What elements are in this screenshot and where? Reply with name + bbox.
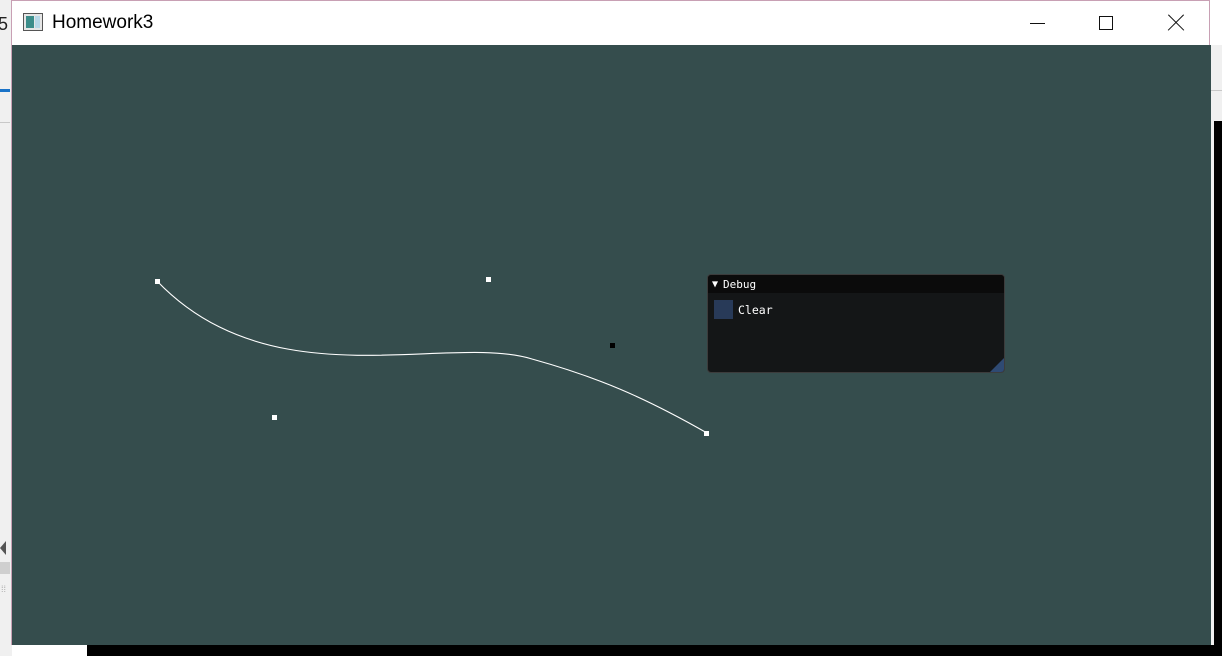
background-left-text-fragment: 5 [0,14,9,34]
close-button[interactable] [1141,1,1211,45]
background-scroll-left-arrow-icon[interactable] [0,541,6,555]
debug-panel[interactable]: ▼ Debug Clear [707,274,1005,373]
bezier-canvas[interactable] [12,45,1211,645]
control-point-selected[interactable] [610,343,615,348]
bezier-curve [156,280,708,434]
background-scrollbar[interactable] [0,562,10,574]
resize-grip-icon[interactable] [990,358,1004,372]
control-point-start[interactable] [155,279,160,284]
debug-panel-titlebar[interactable]: ▼ Debug [708,275,1004,293]
clear-checkbox-row[interactable]: Clear [714,300,773,319]
minimize-icon [1029,22,1045,24]
control-point-2[interactable] [486,277,491,282]
close-icon [1168,15,1184,31]
clear-checkbox-label: Clear [738,302,773,317]
background-divider-right [1210,90,1222,91]
collapse-arrow-icon[interactable]: ▼ [712,279,718,290]
minimize-button[interactable] [1002,1,1072,45]
control-point-end[interactable] [704,431,709,436]
maximize-button[interactable] [1071,1,1141,45]
render-canvas[interactable]: ▼ Debug Clear [12,45,1211,645]
app-icon[interactable] [23,13,43,31]
background-grip-icon: ⁞⁞ [1,584,7,594]
background-taskbar-strip [87,645,1222,656]
debug-panel-title: Debug [723,277,757,291]
background-accent-line [0,89,10,92]
background-divider [0,122,10,123]
app-window: Homework3 ▼ Debug Clear [11,0,1211,645]
clear-checkbox[interactable] [714,300,733,319]
title-bar[interactable]: Homework3 [12,1,1209,45]
control-point-3[interactable] [272,415,277,420]
background-right-dark-area [1214,121,1222,656]
window-title: Homework3 [52,12,154,33]
maximize-icon [1099,16,1113,30]
